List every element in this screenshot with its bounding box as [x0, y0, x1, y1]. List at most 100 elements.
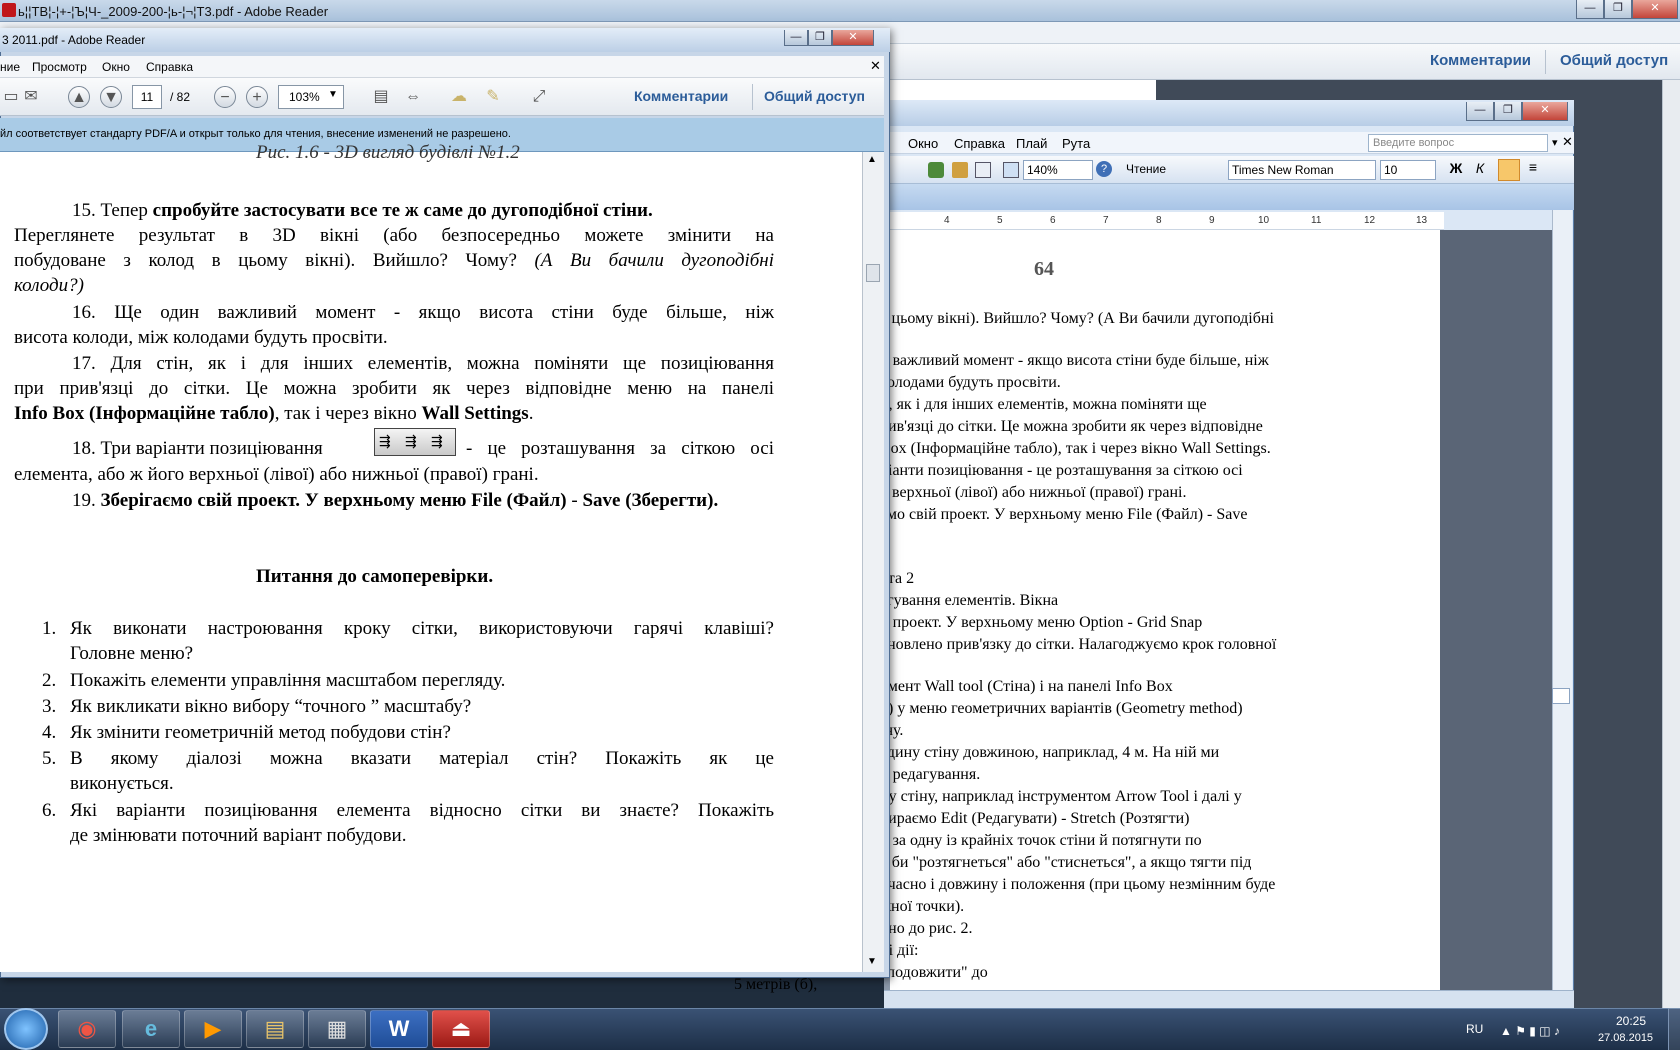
fit-width-icon[interactable]: ⇔	[402, 86, 424, 108]
menu-edit[interactable]: ние	[0, 60, 20, 74]
clock-date[interactable]: 27.08.2015	[1598, 1032, 1653, 1044]
drawing-icon[interactable]	[952, 162, 968, 178]
word-text-line: к би "розтягнеться" або "стиснеться", а …	[880, 854, 1252, 871]
align-center-icon[interactable]: ≡	[1522, 159, 1544, 181]
font-name-combo[interactable]: Times New Roman	[1228, 160, 1376, 180]
p17-mid: , так і через вікно	[274, 403, 417, 424]
horizontal-ruler[interactable]: 4 5 6 7 8 9 10 11 12 13	[884, 212, 1444, 230]
zoom-combo[interactable]: 140%	[1023, 160, 1093, 180]
word-text-line: 5 метрів (б),	[734, 976, 818, 993]
menu-view[interactable]: Просмотр	[32, 60, 87, 74]
ruler-mark: 10	[1258, 215, 1270, 226]
zoom-out-icon[interactable]: −	[214, 86, 236, 108]
maximize-icon[interactable]: ❐	[1604, 0, 1632, 19]
print-icon[interactable]: ▭	[0, 86, 22, 108]
word-scroll-thumb[interactable]	[1552, 688, 1570, 704]
explorer-taskbar-icon[interactable]: ▤	[246, 1010, 304, 1048]
chrome-taskbar-icon[interactable]: ◉	[58, 1010, 116, 1048]
reader-minimize-icon[interactable]: —	[784, 30, 808, 46]
help-icon[interactable]: ?	[1096, 161, 1112, 177]
pdf-app-icon	[2, 3, 16, 17]
axis-snap-icon: ⇶	[379, 433, 391, 449]
question-text: Як виконати настроювання кроку сітки, ви…	[70, 618, 774, 639]
reader-share-button[interactable]: Общий доступ	[764, 88, 865, 104]
menu-help[interactable]: Справка	[146, 60, 193, 74]
email-icon[interactable]: ✉	[20, 86, 42, 108]
word-text-line: и редагування.	[880, 766, 981, 783]
word-text-line: в цьому вікні). Вийшло? Чому? (А Ви бачи…	[880, 310, 1274, 327]
word-vertical-scrollbar[interactable]	[1552, 210, 1572, 990]
menu-help[interactable]: Справка	[954, 136, 1005, 151]
next-page-icon[interactable]: ▼	[100, 86, 122, 108]
word-taskbar-icon[interactable]: W	[370, 1010, 428, 1048]
bold-button[interactable]: Ж	[1446, 160, 1466, 180]
align-left-icon[interactable]	[1498, 159, 1520, 181]
zoom-in-icon[interactable]: +	[246, 86, 268, 108]
p15-line3-italic: (А Ви бачили дугоподібні	[534, 250, 774, 271]
font-size-combo[interactable]: 10	[1380, 160, 1436, 180]
reading-mode-button[interactable]: Чтение	[1126, 162, 1166, 176]
word-text-line: "подовжити" до	[880, 964, 988, 981]
menu-play[interactable]: Плай	[1016, 136, 1047, 151]
reader-menubar: ние Просмотр Окно Справка ✕	[0, 56, 884, 78]
question-number: 4.	[42, 722, 57, 743]
ask-question-input[interactable]: Введите вопрос	[1368, 134, 1548, 152]
reader-scroll-thumb[interactable]	[866, 264, 880, 282]
table-icon[interactable]	[975, 162, 991, 178]
question-number: 3.	[42, 696, 57, 717]
word-text-line: о верхньої (лівої) або нижньої (правої) …	[880, 484, 1187, 501]
word-doc-close-icon[interactable]: ✕	[1562, 134, 1573, 150]
start-button[interactable]	[4, 1008, 48, 1050]
menu-window[interactable]: Окно	[908, 136, 938, 151]
p17-line3: Info Box (Інформаційне табло), так і чер…	[14, 403, 533, 425]
positioning-icons-image: ⇶ ⇶ ⇶	[374, 428, 456, 456]
zoom-dropdown-icon[interactable]: ▼	[328, 89, 338, 100]
comments-button[interactable]: Комментарии	[1430, 52, 1531, 69]
reader-page[interactable]	[0, 152, 862, 972]
reader-doc-close-icon[interactable]: ✕	[870, 58, 881, 74]
language-indicator[interactable]: RU	[1466, 1022, 1483, 1036]
word-page-background	[1440, 230, 1552, 990]
close-icon[interactable]: ✕	[1632, 0, 1678, 19]
p15-number: 15. Тепер спробуйте застосувати все те ж…	[72, 200, 653, 222]
toolbar-divider	[1545, 50, 1546, 74]
fullscreen-icon[interactable]: ⤢	[528, 86, 550, 108]
previous-page-icon[interactable]: ▲	[68, 86, 90, 108]
word-close-icon[interactable]: ✕	[1522, 102, 1568, 121]
reader-maximize-icon[interactable]: ❐	[808, 30, 832, 46]
minimize-icon[interactable]: —	[1576, 0, 1604, 19]
p17-line1: 17. Для стін, як і для інших елементів, …	[72, 353, 774, 374]
clock-time[interactable]: 20:25	[1616, 1014, 1646, 1028]
calculator-taskbar-icon[interactable]: ▦	[308, 1010, 366, 1048]
reader-close-icon[interactable]: ✕	[832, 30, 874, 46]
p19-bold: Зберігаємо свій проект. У верхньому меню…	[100, 490, 567, 511]
scroll-down-icon[interactable]: ▼	[867, 956, 877, 967]
scroll-up-icon[interactable]: ▲	[867, 154, 877, 165]
fit-page-icon[interactable]: ▤	[370, 86, 392, 108]
reader-comments-button[interactable]: Комментарии	[634, 88, 728, 104]
reader-titlebar[interactable]: 3 2011.pdf - Adobe Reader	[0, 28, 890, 52]
adobe-reader-taskbar-icon[interactable]: ⏏	[432, 1010, 490, 1048]
background-vertical-scrollbar[interactable]	[1662, 80, 1680, 1010]
highlight-icon[interactable]: ✎	[482, 86, 504, 108]
menu-window[interactable]: Окно	[102, 60, 130, 74]
question-text: Які варіанти позиціювання елемента відно…	[70, 800, 774, 821]
internet-explorer-taskbar-icon[interactable]: e	[122, 1010, 180, 1048]
media-player-taskbar-icon[interactable]: ▶	[184, 1010, 242, 1048]
tray-icons[interactable]: ▲ ⚑ ▮ ◫ ♪	[1500, 1024, 1560, 1038]
share-button[interactable]: Общий доступ	[1560, 52, 1668, 69]
menu-ruta[interactable]: Рута	[1062, 136, 1090, 151]
italic-button[interactable]: К	[1470, 160, 1490, 180]
reader-vertical-scrollbar[interactable]: ▲ ▼	[862, 152, 884, 972]
word-text-line: едину стіну довжиною, наприклад, 4 м. На…	[880, 744, 1220, 761]
comment-icon[interactable]: ☁	[448, 86, 470, 108]
word-maximize-icon[interactable]: ❐	[1494, 102, 1522, 121]
ask-dropdown-icon[interactable]: ▾	[1552, 136, 1558, 149]
word-text-line: умент Wall tool (Стіна) і на панелі Info…	[880, 678, 1173, 695]
show-desktop-button[interactable]	[1668, 1008, 1680, 1050]
research-icon[interactable]	[928, 162, 944, 178]
preview-icon[interactable]	[1003, 162, 1019, 178]
word-minimize-icon[interactable]: —	[1466, 102, 1494, 121]
question-number: 2.	[42, 670, 57, 691]
page-number-input[interactable]: 11	[132, 85, 162, 109]
